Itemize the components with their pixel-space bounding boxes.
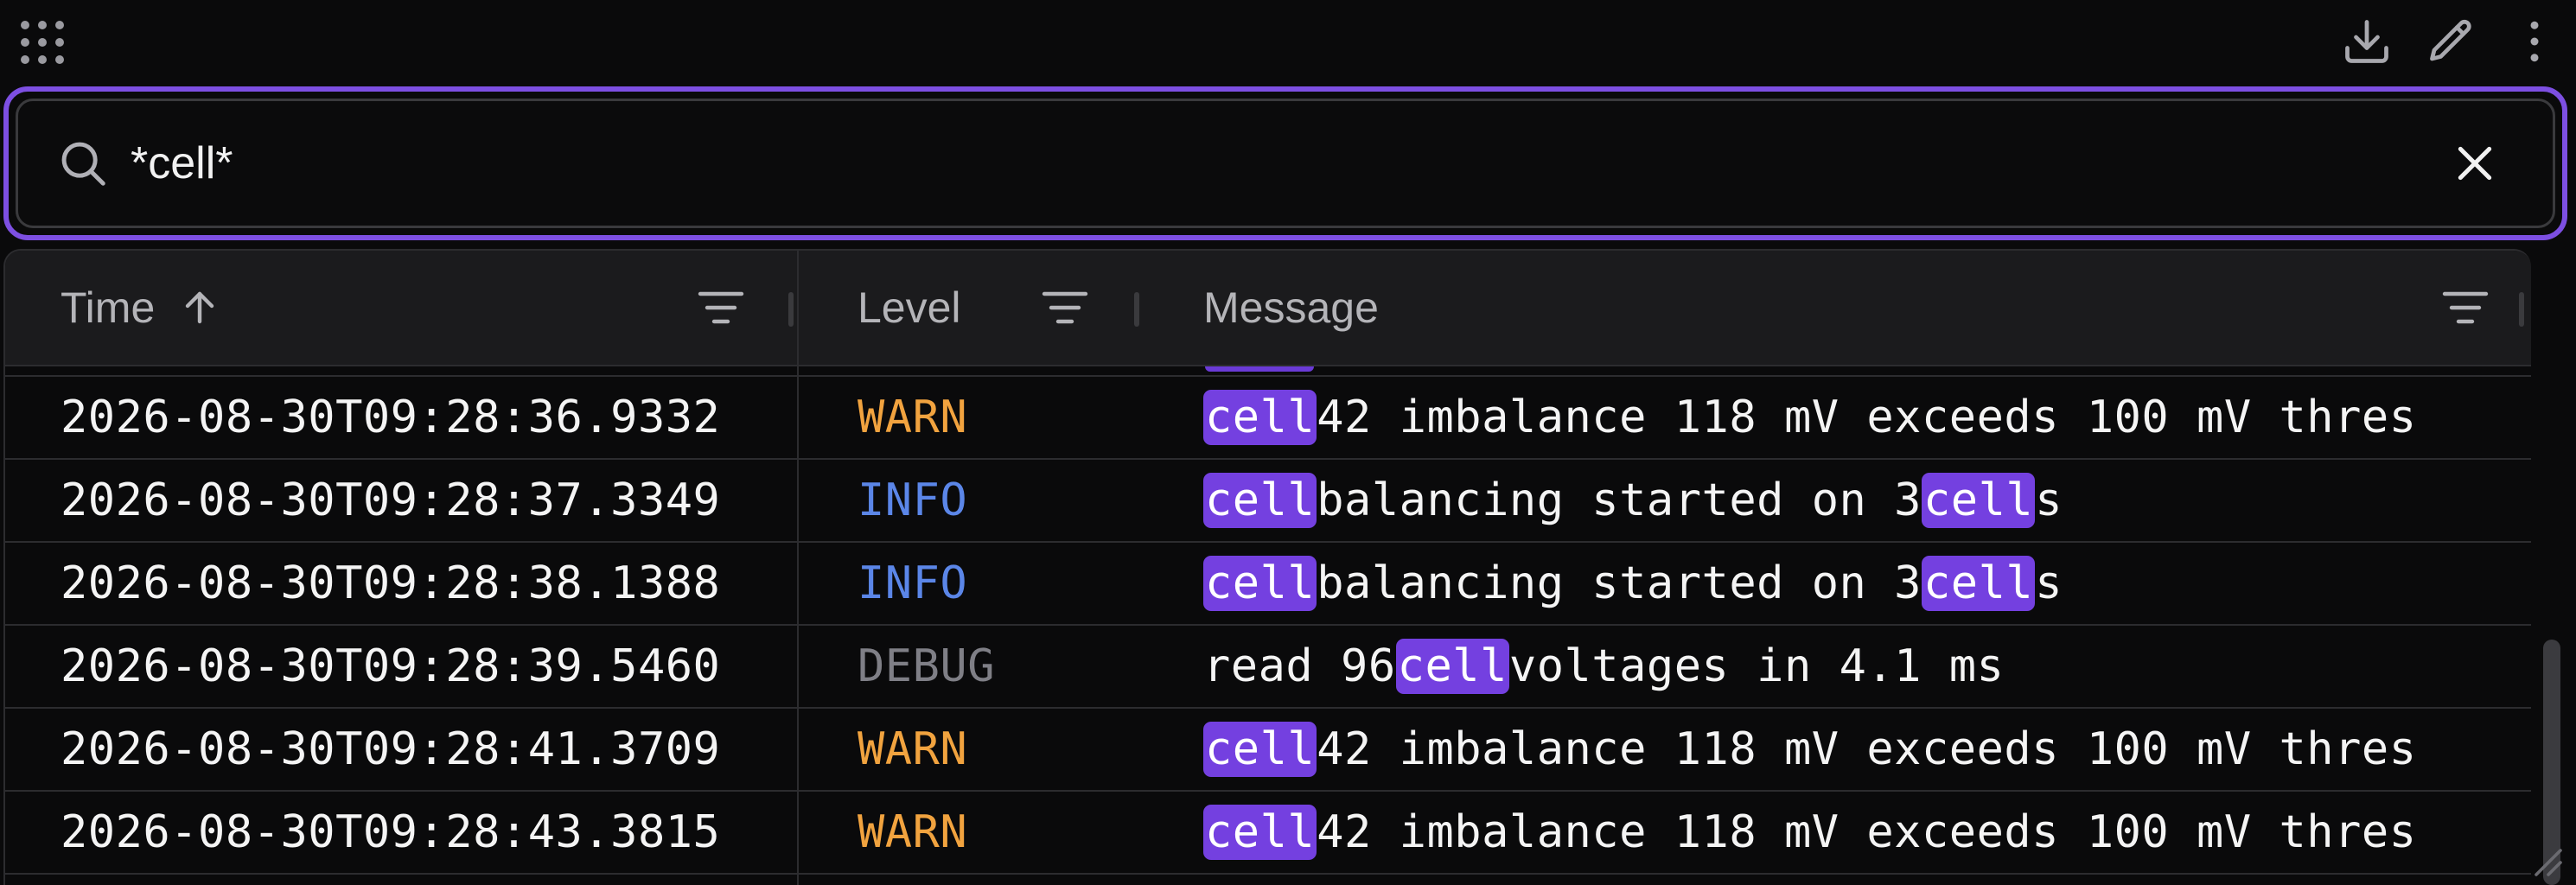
- search-match-highlight: cell: [1203, 556, 1317, 611]
- column-header-time[interactable]: Time: [61, 251, 220, 365]
- time-cell: 2026-08-30T09:28:36.9332: [61, 392, 721, 443]
- download-icon: [2345, 20, 2388, 63]
- table-row[interactable]: 2026-08-30T09:28:41.3709 WARN cell 42 imba…: [5, 709, 2531, 792]
- column-header-message[interactable]: Message: [1203, 251, 1379, 365]
- message-cell: cell 42 imbalance 118 mV exceeds 100 mV …: [1203, 805, 2417, 860]
- table-header: Time Level Message: [5, 251, 2531, 366]
- top-toolbar: [0, 0, 2576, 83]
- more-vertical-icon: [2530, 21, 2539, 62]
- download-button[interactable]: [2339, 14, 2394, 69]
- search-icon: [61, 142, 105, 186]
- search-match-highlight: cell: [1203, 390, 1317, 445]
- search-match-highlight: cell: [1921, 556, 2036, 611]
- vertical-scrollbar[interactable]: [2536, 363, 2567, 885]
- table-row[interactable]: 2026-08-30T09:28:43.3815 WARN cell 42 imba…: [5, 792, 2531, 875]
- level-cell: WARN: [858, 806, 968, 858]
- time-cell: 2026-08-30T09:28:37.3349: [61, 474, 721, 526]
- message-cell: cell balancing started on 3 cell s: [1203, 556, 2063, 611]
- message-cell: read 96 cell voltages in 4.1 ms: [1203, 639, 2005, 694]
- resize-grip-icon[interactable]: [2526, 840, 2564, 878]
- log-table: Time Level Message 2026-08-30T09:28:36.9…: [3, 249, 2531, 885]
- level-cell: INFO: [858, 557, 968, 609]
- search-match-highlight: cell: [1203, 805, 1317, 860]
- time-cell: 2026-08-30T09:28:39.5460: [61, 640, 721, 692]
- table-row[interactable]: 2026-08-30T09:28:39.5460 DEBUG read 96 cel…: [5, 626, 2531, 709]
- message-cell: cell 42 imbalance 118 mV exceeds 100 mV …: [1203, 390, 2417, 445]
- column-resize-handle[interactable]: [2519, 292, 2524, 327]
- column-header-label: Level: [858, 283, 961, 332]
- level-cell: DEBUG: [858, 640, 996, 692]
- search-bar: [3, 86, 2567, 240]
- search-match-highlight: cell: [1921, 473, 2036, 528]
- level-cell: INFO: [858, 474, 968, 526]
- time-filter-button[interactable]: [695, 283, 747, 332]
- column-resize-handle[interactable]: [788, 292, 794, 327]
- grid-dots-icon[interactable]: [19, 19, 66, 66]
- level-cell: WARN: [858, 392, 968, 443]
- column-header-label: Message: [1203, 283, 1379, 332]
- table-row[interactable]: 2026-08-30T09:28:36.9332 WARN cell 42 imba…: [5, 377, 2531, 460]
- filter-icon: [2442, 291, 2489, 324]
- sort-ascending-icon[interactable]: [179, 287, 220, 328]
- column-resize-handle[interactable]: [1134, 292, 1139, 327]
- message-filter-button[interactable]: [2439, 283, 2491, 332]
- search-field-box[interactable]: [16, 99, 2555, 228]
- message-cell: cell balancing started on 3 cell s: [1203, 473, 2063, 528]
- table-row-partial: [5, 366, 2531, 377]
- time-cell: 2026-08-30T09:28:41.3709: [61, 723, 721, 775]
- edit-button[interactable]: [2424, 14, 2479, 69]
- column-header-level[interactable]: Level: [858, 251, 961, 365]
- table-row[interactable]: 2026-08-30T09:28:37.3349 INFO cell balanci…: [5, 460, 2531, 543]
- search-input[interactable]: [131, 101, 2414, 226]
- filter-icon: [1042, 291, 1088, 324]
- column-header-label: Time: [61, 283, 156, 332]
- search-match-highlight: cell: [1395, 639, 1509, 694]
- search-match-highlight: cell: [1203, 473, 1317, 528]
- time-cell: 2026-08-30T09:28:43.3815: [61, 806, 721, 858]
- close-icon: [2458, 146, 2492, 181]
- level-filter-button[interactable]: [1039, 283, 1091, 332]
- level-cell: WARN: [858, 723, 968, 775]
- message-cell: cell 42 imbalance 118 mV exceeds 100 mV …: [1203, 722, 2417, 777]
- search-match-highlight: cell: [1203, 722, 1317, 777]
- clear-search-button[interactable]: [2449, 137, 2501, 189]
- filter-icon: [698, 291, 744, 324]
- time-cell: 2026-08-30T09:28:38.1388: [61, 557, 721, 609]
- table-row[interactable]: 2026-08-30T09:28:38.1388 INFO cell balanci…: [5, 543, 2531, 626]
- more-options-button[interactable]: [2507, 14, 2562, 69]
- highlight-fragment: [1205, 366, 1314, 372]
- pencil-icon: [2430, 19, 2471, 61]
